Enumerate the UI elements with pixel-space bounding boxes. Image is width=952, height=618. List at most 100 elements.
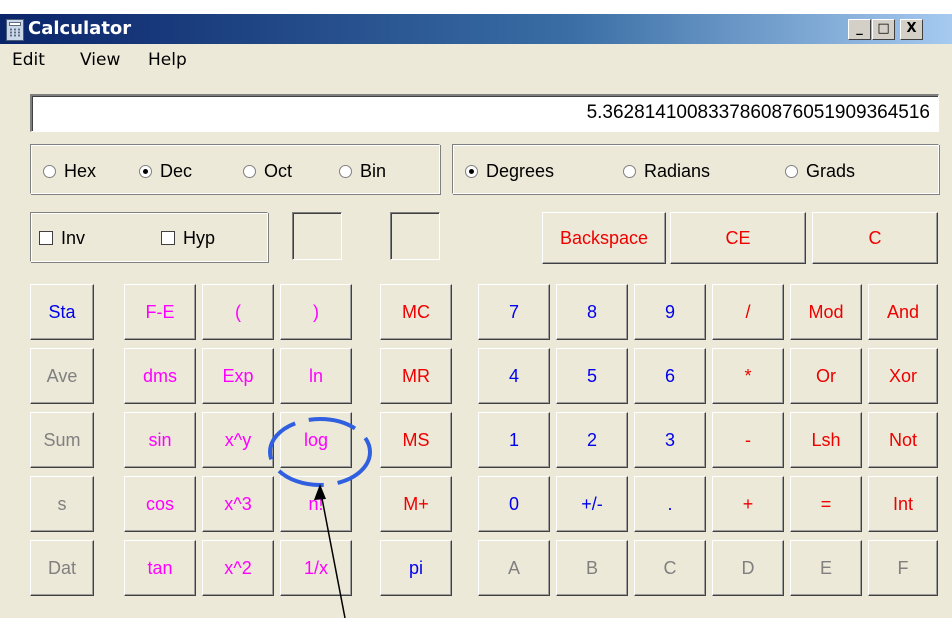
ms-button[interactable]: MS <box>380 412 452 468</box>
radio-radians[interactable]: Radians <box>623 161 710 182</box>
radio-indicator <box>43 165 56 178</box>
radio-indicator <box>465 165 478 178</box>
maximize-button[interactable]: □ <box>872 19 895 40</box>
radio-label: Hex <box>64 161 97 181</box>
radio-label: Degrees <box>486 161 555 181</box>
window-title: Calculator <box>28 18 132 39</box>
m-plus-button[interactable]: M+ <box>380 476 452 532</box>
key-minus[interactable]: - <box>712 412 784 468</box>
radio-grads[interactable]: Grads <box>785 161 855 182</box>
radio-indicator <box>339 165 352 178</box>
key-5[interactable]: 5 <box>556 348 628 404</box>
sin-button[interactable]: sin <box>124 412 196 468</box>
angle-group: Degrees Radians Grads <box>452 144 939 194</box>
key-lsh[interactable]: Lsh <box>790 412 862 468</box>
menu-help[interactable]: Help <box>148 50 187 70</box>
key-mod[interactable]: Mod <box>790 284 862 340</box>
key-xor[interactable]: Xor <box>868 348 938 404</box>
tan-button[interactable]: tan <box>124 540 196 596</box>
result-display: 5.3628141008337860876051909364516 <box>30 94 939 132</box>
minimize-button[interactable]: _ <box>848 19 871 40</box>
checkbox-inv[interactable]: Inv <box>39 228 85 249</box>
close-button[interactable]: X <box>900 19 923 40</box>
radio-label: Grads <box>806 161 856 181</box>
sta-button[interactable]: Sta <box>30 284 94 340</box>
key-d[interactable]: D <box>712 540 784 596</box>
cos-button[interactable]: cos <box>124 476 196 532</box>
inv-hyp-group: Inv Hyp <box>30 212 268 262</box>
key-f[interactable]: F <box>868 540 938 596</box>
radio-oct[interactable]: Oct <box>243 161 292 182</box>
reciprocal-button[interactable]: 1/x <box>280 540 352 596</box>
mc-button[interactable]: MC <box>380 284 452 340</box>
key-and[interactable]: And <box>868 284 938 340</box>
log-button[interactable]: log <box>280 412 352 468</box>
sum-button[interactable]: Sum <box>30 412 94 468</box>
radio-bin[interactable]: Bin <box>339 161 386 182</box>
radio-label: Bin <box>360 161 387 181</box>
title-bar[interactable]: Calculator _ □ X <box>0 14 952 44</box>
key-plus[interactable]: + <box>712 476 784 532</box>
key-not[interactable]: Not <box>868 412 938 468</box>
key-9[interactable]: 9 <box>634 284 706 340</box>
key-6[interactable]: 6 <box>634 348 706 404</box>
x-squared-button[interactable]: x^2 <box>202 540 274 596</box>
key-8[interactable]: 8 <box>556 284 628 340</box>
radio-hex[interactable]: Hex <box>43 161 96 182</box>
key-0[interactable]: 0 <box>478 476 550 532</box>
checkbox-label: Inv <box>61 228 86 248</box>
mr-button[interactable]: MR <box>380 348 452 404</box>
menu-view[interactable]: View <box>80 50 120 70</box>
key-equals[interactable]: = <box>790 476 862 532</box>
f-e-button[interactable]: F-E <box>124 284 196 340</box>
key-divide[interactable]: / <box>712 284 784 340</box>
close-paren-button[interactable]: ) <box>280 284 352 340</box>
radio-label: Radians <box>644 161 711 181</box>
radio-indicator <box>785 165 798 178</box>
key-7[interactable]: 7 <box>478 284 550 340</box>
parenthesis-indicator <box>292 212 342 260</box>
checkbox-indicator <box>39 231 53 245</box>
key-negate[interactable]: +/- <box>556 476 628 532</box>
key-multiply[interactable]: * <box>712 348 784 404</box>
pi-button[interactable]: pi <box>380 540 452 596</box>
key-decimal[interactable]: . <box>634 476 706 532</box>
radio-label: Dec <box>160 161 193 181</box>
key-e[interactable]: E <box>790 540 862 596</box>
key-int[interactable]: Int <box>868 476 938 532</box>
radio-dec[interactable]: Dec <box>139 161 192 182</box>
ce-button[interactable]: CE <box>670 212 806 264</box>
radio-indicator <box>139 165 152 178</box>
open-paren-button[interactable]: ( <box>202 284 274 340</box>
key-c[interactable]: C <box>634 540 706 596</box>
x-cubed-button[interactable]: x^3 <box>202 476 274 532</box>
x-pow-y-button[interactable]: x^y <box>202 412 274 468</box>
dat-button[interactable]: Dat <box>30 540 94 596</box>
memory-indicator <box>390 212 440 260</box>
radio-degrees[interactable]: Degrees <box>465 161 554 182</box>
checkbox-hyp[interactable]: Hyp <box>161 228 215 249</box>
ave-button[interactable]: Ave <box>30 348 94 404</box>
key-a[interactable]: A <box>478 540 550 596</box>
key-b[interactable]: B <box>556 540 628 596</box>
menu-bar: Edit View Help <box>0 44 952 78</box>
c-button[interactable]: C <box>812 212 938 264</box>
dms-button[interactable]: dms <box>124 348 196 404</box>
radix-group: Hex Dec Oct Bin <box>30 144 440 194</box>
ln-button[interactable]: ln <box>280 348 352 404</box>
s-button[interactable]: s <box>30 476 94 532</box>
key-2[interactable]: 2 <box>556 412 628 468</box>
exp-button[interactable]: Exp <box>202 348 274 404</box>
checkbox-indicator <box>161 231 175 245</box>
factorial-button[interactable]: n! <box>280 476 352 532</box>
key-4[interactable]: 4 <box>478 348 550 404</box>
key-3[interactable]: 3 <box>634 412 706 468</box>
key-or[interactable]: Or <box>790 348 862 404</box>
radio-indicator <box>623 165 636 178</box>
key-1[interactable]: 1 <box>478 412 550 468</box>
calculator-window: Calculator _ □ X Edit View Help 5.362814… <box>0 14 952 618</box>
radio-label: Oct <box>264 161 293 181</box>
menu-edit[interactable]: Edit <box>12 50 45 70</box>
calculator-icon <box>6 19 24 41</box>
backspace-button[interactable]: Backspace <box>542 212 666 264</box>
